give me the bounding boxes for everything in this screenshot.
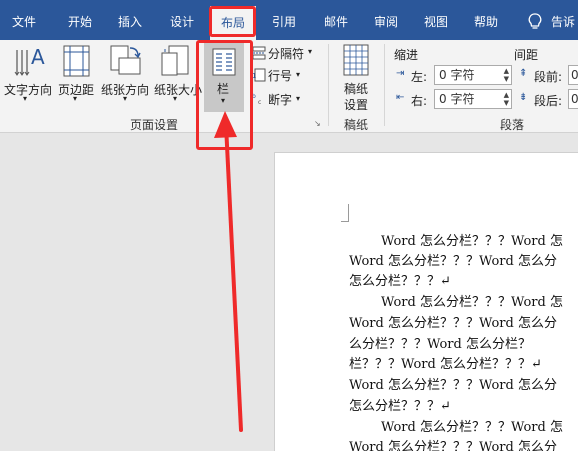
manuscript-paper-icon[interactable]: [343, 44, 369, 76]
spacing-before-value: 0: [571, 68, 578, 82]
tab-design[interactable]: 设计: [158, 0, 206, 40]
document-line: Word 怎么分栏？？？Word 怎么分: [349, 254, 557, 269]
tab-view[interactable]: 视图: [412, 0, 460, 40]
indent-left-field[interactable]: 0 字符 ▲ ▼: [434, 65, 512, 85]
group-label-page-setup: 页面设置: [130, 118, 179, 132]
document-line: Word 怎么分栏？？？Word 怎: [381, 420, 563, 435]
svg-text:c: c: [258, 99, 261, 105]
chevron-down-icon: ▾: [296, 70, 301, 79]
group-label-paragraph: 段落: [500, 118, 525, 132]
chevron-down-icon: ▾: [73, 94, 78, 103]
indent-right-value: 0 字符: [439, 92, 475, 106]
group-divider: [384, 44, 385, 126]
indent-title: 缩进: [394, 48, 419, 62]
document-line: Word 怎么分栏？？？Word 怎: [381, 234, 563, 249]
dialog-launcher-icon[interactable]: ↘: [314, 119, 321, 128]
text-direction-button[interactable]: 文字方向: [4, 81, 52, 98]
hyphenation-button[interactable]: 断字: [268, 91, 292, 108]
page-margin-corner-mark: [341, 204, 349, 222]
breaks-button[interactable]: 分隔符: [268, 45, 304, 62]
tab-file[interactable]: 文件: [0, 0, 48, 40]
tab-home[interactable]: 开始: [56, 0, 104, 40]
tab-mailings[interactable]: 邮件: [312, 0, 360, 40]
spinner-arrows-icon[interactable]: ▲ ▼: [504, 91, 509, 107]
margins-icon[interactable]: [62, 44, 92, 78]
tab-references[interactable]: 引用: [260, 0, 308, 40]
manuscript-settings-label-2[interactable]: 设置: [344, 96, 368, 113]
indent-right-label: 右:: [411, 94, 428, 108]
chevron-down-icon: ▾: [173, 94, 178, 103]
manuscript-settings-label-1[interactable]: 稿纸: [344, 80, 368, 97]
spacing-before-label: 段前:: [534, 70, 563, 84]
line-numbers-button[interactable]: 行号: [268, 67, 292, 84]
chevron-down-icon: ▾: [123, 94, 128, 103]
document-line: 怎么分栏？？？↵: [349, 399, 451, 414]
tab-help[interactable]: 帮助: [462, 0, 510, 40]
document-line: Word 怎么分栏？？？Word 怎: [381, 295, 563, 310]
lightbulb-icon[interactable]: [528, 13, 542, 31]
group-label-manuscript: 稿纸: [344, 118, 369, 132]
indent-left-label: 左:: [411, 70, 428, 84]
svg-text:A: A: [31, 45, 45, 69]
ribbon-tab-bar: 文件 开始 插入 设计 布局 引用 邮件 审阅 视图 帮助 告诉: [0, 0, 578, 40]
hyphenation-icon: b c: [252, 93, 261, 105]
text-direction-icon[interactable]: A: [12, 44, 46, 78]
spacing-before-field[interactable]: 0: [568, 65, 578, 85]
document-line: Word 怎么分栏？？？Word 怎么分: [349, 316, 557, 331]
spacing-title: 间距: [514, 48, 539, 62]
spacing-before-icon: ⇞: [519, 68, 528, 79]
spacing-after-icon: ⇟: [519, 92, 528, 103]
spinner-arrows-icon[interactable]: ▲ ▼: [504, 67, 509, 83]
group-divider: [328, 44, 329, 126]
layout-tab-highlight: [209, 6, 256, 37]
tab-review[interactable]: 审阅: [362, 0, 410, 40]
line-numbers-icon: 1: [252, 68, 266, 82]
spacing-after-value: 0: [571, 92, 578, 106]
chevron-down-icon: ▾: [296, 94, 301, 103]
tab-insert[interactable]: 插入: [106, 0, 154, 40]
red-arrow-icon: [214, 111, 243, 432]
tell-me-label[interactable]: 告诉: [551, 0, 578, 40]
indent-right-icon: ⇤: [396, 92, 405, 103]
document-line: 么分栏？？？Word 怎么分栏？: [349, 337, 531, 352]
document-line: Word 怎么分栏？？？Word 怎么分: [349, 440, 557, 451]
document-line: Word 怎么分栏？？？Word 怎么分: [349, 378, 557, 393]
indent-left-value: 0 字符: [439, 68, 475, 82]
paper-size-button[interactable]: 纸张大小: [154, 81, 202, 98]
orientation-icon[interactable]: [108, 44, 142, 78]
ribbon: A 文字方向 ▾ 页边距 ▾ 纸张方向 ▾ 纸张大小 ▾ 栏 ▾ 分隔符 ▾ 1…: [0, 40, 578, 133]
chevron-down-icon: ▾: [23, 94, 28, 103]
indent-left-icon: ⇥: [396, 68, 405, 79]
breaks-icon: [252, 46, 266, 60]
spacing-after-label: 段后:: [534, 94, 563, 108]
indent-right-field[interactable]: 0 字符 ▲ ▼: [434, 89, 512, 109]
chevron-down-icon: ▾: [308, 47, 313, 56]
paper-size-icon[interactable]: [160, 44, 192, 78]
document-line: 怎么分栏？？？↵: [349, 274, 451, 289]
document-line: 栏？？？Word 怎么分栏？？？↵: [349, 357, 542, 372]
spacing-after-field[interactable]: 0: [568, 89, 578, 109]
